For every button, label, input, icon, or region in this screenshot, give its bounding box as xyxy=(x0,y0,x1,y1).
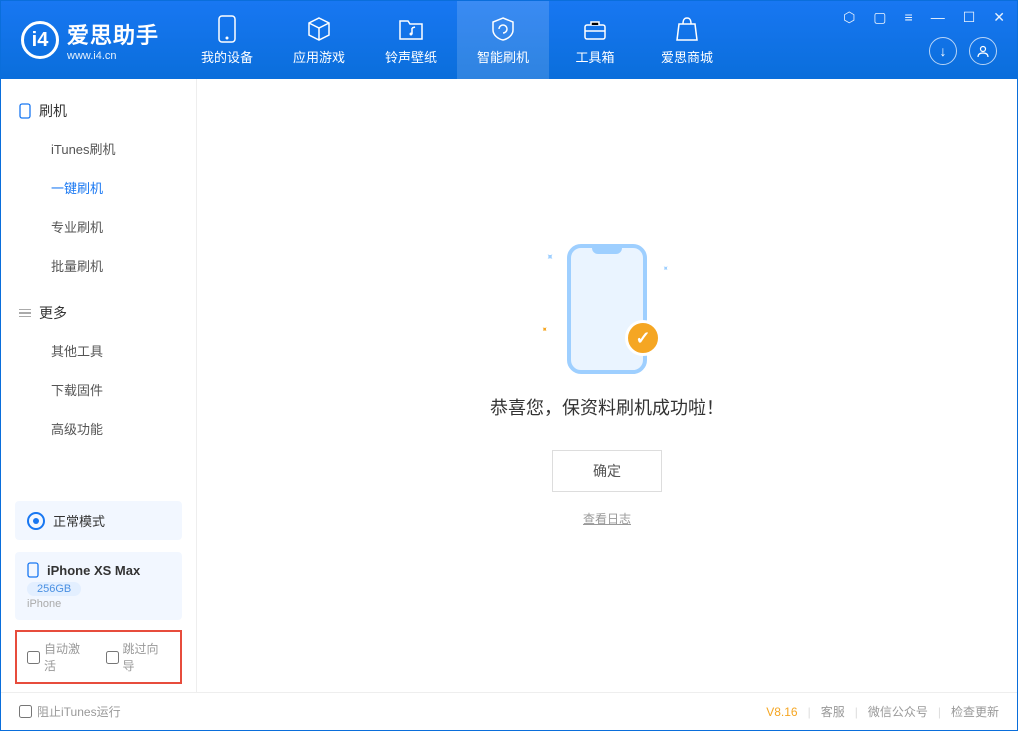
mode-box[interactable]: 正常模式 xyxy=(15,501,182,540)
storage-badge: 256GB xyxy=(27,582,81,596)
maximize-icon[interactable]: ☐ xyxy=(959,7,980,28)
sparkle-icon: ✦ xyxy=(542,251,556,265)
download-icon[interactable]: ↓ xyxy=(929,37,957,65)
tab-ringtones[interactable]: 铃声壁纸 xyxy=(365,1,457,79)
cube-icon xyxy=(305,15,333,43)
skip-guide-checkbox[interactable]: 跳过向导 xyxy=(106,640,171,674)
sparkle-icon: ✦ xyxy=(539,324,550,335)
auto-activate-checkbox[interactable]: 自动激活 xyxy=(27,640,92,674)
app-header: i4 爱思助手 www.i4.cn 我的设备 应用游戏 铃声壁纸 智能刷机 工具… xyxy=(1,1,1017,79)
app-name: 爱思助手 xyxy=(67,18,159,50)
success-message: 恭喜您，保资料刷机成功啦！ xyxy=(490,394,724,420)
sparkle-icon: ✦ xyxy=(660,263,671,274)
view-log-link[interactable]: 查看日志 xyxy=(583,510,631,527)
phone-small-icon xyxy=(19,103,31,119)
main-tabs: 我的设备 应用游戏 铃声壁纸 智能刷机 工具箱 爱思商城 xyxy=(181,1,733,79)
sidebar-item-other-tools[interactable]: 其他工具 xyxy=(1,331,196,370)
option-checkboxes: 自动激活 跳过向导 xyxy=(15,630,182,684)
tab-toolbox[interactable]: 工具箱 xyxy=(549,1,641,79)
device-name: iPhone XS Max xyxy=(47,563,140,578)
version-label: V8.16 xyxy=(766,705,797,719)
shirt-icon[interactable]: ⬡ xyxy=(839,7,859,28)
close-icon[interactable]: ✕ xyxy=(989,7,1009,28)
app-url: www.i4.cn xyxy=(67,50,159,62)
menu-icon[interactable]: ≡ xyxy=(901,7,917,28)
device-phone-icon xyxy=(27,562,39,578)
phone-icon xyxy=(213,15,241,43)
sidebar-item-pro-flash[interactable]: 专业刷机 xyxy=(1,207,196,246)
device-type: iPhone xyxy=(27,598,170,610)
mode-label: 正常模式 xyxy=(53,511,105,530)
logo-area: i4 爱思助手 www.i4.cn xyxy=(1,18,181,62)
sidebar-item-itunes-flash[interactable]: iTunes刷机 xyxy=(1,129,196,168)
tab-flash[interactable]: 智能刷机 xyxy=(457,1,549,79)
bag-icon xyxy=(673,15,701,43)
box-icon[interactable]: ▢ xyxy=(869,7,890,28)
device-box[interactable]: iPhone XS Max 256GB iPhone xyxy=(15,552,182,620)
sidebar-group-more: 更多 xyxy=(1,295,196,331)
music-folder-icon xyxy=(397,15,425,43)
minimize-icon[interactable]: ― xyxy=(927,7,949,28)
sidebar-item-batch-flash[interactable]: 批量刷机 xyxy=(1,246,196,285)
tab-store[interactable]: 爱思商城 xyxy=(641,1,733,79)
checkmark-badge-icon: ✓ xyxy=(625,320,661,356)
toolbox-icon xyxy=(581,15,609,43)
confirm-button[interactable]: 确定 xyxy=(552,450,662,492)
footer-link-support[interactable]: 客服 xyxy=(821,703,845,720)
list-icon xyxy=(19,309,31,318)
logo-icon: i4 xyxy=(21,21,59,59)
mode-indicator-icon xyxy=(27,512,45,530)
sidebar-item-advanced[interactable]: 高级功能 xyxy=(1,409,196,448)
block-itunes-checkbox[interactable]: 阻止iTunes运行 xyxy=(19,703,121,720)
sidebar-group-flash: 刷机 xyxy=(1,93,196,129)
success-illustration: ✓ ✦ ✦ ✦ xyxy=(567,244,647,374)
sidebar-item-download-firmware[interactable]: 下载固件 xyxy=(1,370,196,409)
footer: 阻止iTunes运行 V8.16 | 客服 | 微信公众号 | 检查更新 xyxy=(1,692,1017,730)
tab-my-device[interactable]: 我的设备 xyxy=(181,1,273,79)
sidebar-item-oneclick-flash[interactable]: 一键刷机 xyxy=(1,168,196,207)
user-icon[interactable] xyxy=(969,37,997,65)
refresh-shield-icon xyxy=(489,15,517,43)
header-action-icons: ↓ xyxy=(929,37,997,65)
footer-link-update[interactable]: 检查更新 xyxy=(951,703,999,720)
footer-link-wechat[interactable]: 微信公众号 xyxy=(868,703,928,720)
tab-apps[interactable]: 应用游戏 xyxy=(273,1,365,79)
window-controls: ⬡ ▢ ≡ ― ☐ ✕ xyxy=(839,7,1009,28)
main-content: ✓ ✦ ✦ ✦ 恭喜您，保资料刷机成功啦！ 确定 查看日志 xyxy=(197,79,1017,692)
sidebar: 刷机 iTunes刷机 一键刷机 专业刷机 批量刷机 更多 其他工具 下载固件 … xyxy=(1,79,197,692)
